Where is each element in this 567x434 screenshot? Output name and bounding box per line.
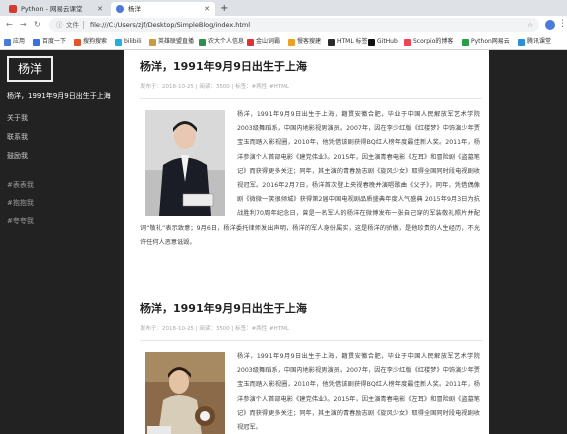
post-title[interactable]: 杨洋，1991年9月9日出生于上海 <box>140 59 482 74</box>
address-bar[interactable]: ⓘ 文件 file:///C:/Users/zjf/Desktop/Simple… <box>49 18 539 32</box>
iciba-icon <box>247 39 254 46</box>
post-divider <box>140 340 482 341</box>
university-icon <box>199 39 206 46</box>
bookmark-label: bilibili <box>124 38 142 45</box>
bookmark-label: HTML 标签 <box>337 38 368 45</box>
bookmark-label: 金山词霸 <box>256 38 281 45</box>
tencent-icon <box>518 39 525 46</box>
forward-arrow-icon[interactable]: → <box>20 19 27 31</box>
bookmark-item[interactable]: HTML 标签 <box>328 37 368 47</box>
apps-grid-icon <box>4 39 11 46</box>
post-meta: 发布于：2018-10-25 | 阅读：3500 | 标签：#两性 #HTML <box>140 84 289 90</box>
browser-toolbar: ← → ↻ ⓘ 文件 file:///C:/Users/zjf/Desktop/… <box>0 16 567 34</box>
omnibox-divider <box>83 21 84 29</box>
nav-link-about[interactable]: 关于我 <box>7 113 28 123</box>
blog-logo[interactable]: 杨洋 <box>7 56 53 82</box>
bookmark-item[interactable]: 慢客搜建 <box>288 37 321 47</box>
tag-link[interactable]: #夸夸我 <box>7 216 34 226</box>
post-meta: 发布于：2018-10-25 | 阅读：3500 | 标签：#两性 #HTML <box>140 326 289 332</box>
post-text: 杨洋，1991年9月9日出生于上海，籍贯安徽合肥，毕业于中国人民解放军艺术学院2… <box>237 353 480 432</box>
html-icon <box>328 39 335 46</box>
browser-tab-yangyang[interactable]: 杨洋 ✕ <box>111 2 215 16</box>
blog-icon <box>404 39 411 46</box>
bookmarks-bar: 应用 百度一下 搜狗搜索 bilibili 英雄联盟直播 农大个人信息 金山词霸… <box>0 34 567 50</box>
tab-title: 杨洋 <box>128 5 141 13</box>
kebab-menu-icon[interactable]: ⋮ <box>558 18 567 30</box>
sogou-icon <box>74 39 81 46</box>
bookmark-item[interactable]: 英雄联盟直播 <box>149 37 194 47</box>
bookmark-label: 百度一下 <box>42 38 67 45</box>
bookmark-label: Scorpio的博客 <box>413 38 454 45</box>
tab-title: Python - 网易云课堂 <box>21 5 83 13</box>
page-favicon-icon <box>116 5 124 13</box>
bookmark-label: 腾讯课堂 <box>527 38 552 45</box>
bookmark-label: Python网易云 <box>471 38 510 45</box>
bookmark-item[interactable]: GitHub <box>368 37 398 47</box>
post-body: 杨洋，1991年9月9日出生于上海，籍贯安徽合肥，毕业于中国人民解放军艺术学院2… <box>140 108 480 250</box>
post-body: 杨洋，1991年9月9日出生于上海，籍贯安徽合肥，毕业于中国人民解放军艺术学院2… <box>140 350 480 434</box>
netease-favicon-icon <box>9 5 17 13</box>
github-icon <box>368 39 375 46</box>
bookmark-label: 慢客搜建 <box>297 38 322 45</box>
blog-post: 杨洋，1991年9月9日出生于上海 发布于：2018-10-25 | 阅读：35… <box>140 301 482 434</box>
bookmark-item[interactable]: 腾讯课堂 <box>518 37 551 47</box>
tag-link[interactable]: #表表我 <box>7 180 34 190</box>
new-tab-plus-icon[interactable]: + <box>220 2 228 15</box>
bookmark-label: 农大个人信息 <box>208 38 245 45</box>
tag-link[interactable]: #抱抱我 <box>7 198 34 208</box>
blog-post: 杨洋，1991年9月9日出生于上海 发布于：2018-10-25 | 阅读：35… <box>140 59 482 246</box>
security-label: 文件 <box>66 21 79 29</box>
lol-icon <box>149 39 156 46</box>
bookmark-label: GitHub <box>377 38 398 45</box>
reload-icon[interactable]: ↻ <box>34 19 41 31</box>
bookmark-label: 搜狗搜索 <box>83 38 108 45</box>
close-tab-icon[interactable]: ✕ <box>97 2 103 16</box>
bookmark-item[interactable]: 百度一下 <box>33 37 66 47</box>
back-arrow-icon[interactable]: ← <box>6 19 13 31</box>
bookmark-star-icon[interactable]: ☆ <box>527 18 533 32</box>
tab-strip: Python - 网易云课堂 ✕ 杨洋 ✕ + <box>0 0 567 16</box>
right-dark-panel <box>489 50 567 434</box>
bookmark-label: 应用 <box>13 38 26 45</box>
post-title[interactable]: 杨洋，1991年9月9日出生于上海 <box>140 301 482 316</box>
bookmark-item[interactable]: 农大个人信息 <box>199 37 244 47</box>
nav-link-contact[interactable]: 联系我 <box>7 132 28 142</box>
bookmark-item[interactable]: bilibili <box>115 37 142 47</box>
browser-tab-python[interactable]: Python - 网易云课堂 ✕ <box>4 2 108 16</box>
bookmark-item[interactable]: 应用 <box>4 37 25 47</box>
nav-link-encourage[interactable]: 鼓励我 <box>7 151 28 161</box>
bookmark-item[interactable]: 金山词霸 <box>247 37 280 47</box>
account-avatar-icon[interactable] <box>545 20 555 30</box>
blog-page: 杨洋 杨洋，1991年9月9日出生于上海 关于我 联系我 鼓励我 #表表我 #抱… <box>0 50 567 434</box>
sidebar: 杨洋 杨洋，1991年9月9日出生于上海 关于我 联系我 鼓励我 #表表我 #抱… <box>0 50 124 434</box>
post-divider <box>140 98 482 99</box>
netease-icon <box>462 39 469 46</box>
bookmark-item[interactable]: 搜狗搜索 <box>74 37 107 47</box>
baidu-icon <box>33 39 40 46</box>
close-tab-icon[interactable]: ✕ <box>204 2 210 16</box>
bookmark-item[interactable]: Python网易云 <box>462 37 510 47</box>
info-icon[interactable]: ⓘ <box>56 18 63 32</box>
bookmark-item[interactable]: Scorpio的博客 <box>404 37 453 47</box>
bookmark-label: 英雄联盟直播 <box>158 38 195 45</box>
blog-subtitle: 杨洋，1991年9月9日出生于上海 <box>7 92 111 100</box>
bilibili-icon <box>115 39 122 46</box>
folder-icon <box>288 39 295 46</box>
url-text[interactable]: file:///C:/Users/zjf/Desktop/SimpleBlog/… <box>90 18 250 32</box>
